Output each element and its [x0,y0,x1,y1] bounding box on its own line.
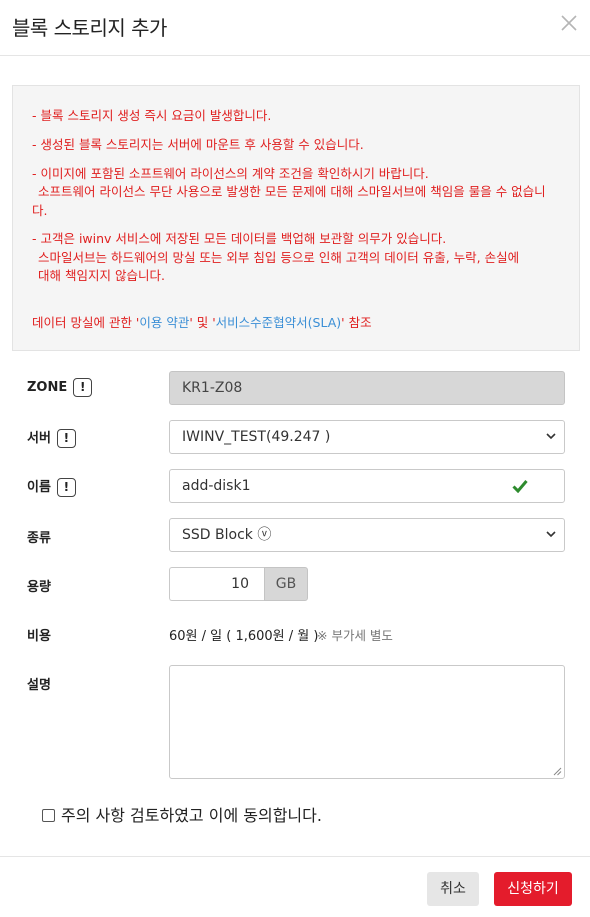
sla-link[interactable]: 서비스수준협약서(SLA) [216,315,342,330]
terms-link[interactable]: 이용 약관 [139,315,189,330]
notice-line: 대해 책임지지 않습니다. [38,268,165,283]
dialog-header: 블록 스토리지 추가 [0,0,590,56]
capacity-unit: GB [264,567,308,601]
notice-line: 스마일서브는 하드웨어의 망실 또는 외부 침입 등으로 인해 고객의 데이터 … [38,250,520,265]
agreement-label: 주의 사항 검토하였고 이에 동의합니다. [61,806,322,825]
vat-note: ※ 부가세 별도 [317,628,393,643]
check-icon [512,480,528,493]
notice-line: 소프트웨어 라이선스 무단 사용으로 발생한 모든 문제에 대해 스마일서브에 … [38,184,546,199]
description-textarea[interactable] [169,665,565,779]
notice-line: - 블록 스토리지 생성 즉시 요금이 발생합니다. [32,108,272,123]
agreement-checkbox-row[interactable]: 주의 사항 검토하였고 이에 동의합니다. [42,802,322,826]
description-label: 설명 [27,678,51,693]
notice-box: - 블록 스토리지 생성 즉시 요금이 발생합니다. - 생성된 블록 스토리지… [12,85,580,351]
type-select[interactable]: SSD Block ⓥ [169,518,565,552]
notice-line: - 이미지에 포함된 소프트웨어 라이선스의 계약 조건을 확인하시기 바랍니다… [32,166,429,181]
name-input[interactable]: add-disk1 [169,469,565,503]
cancel-button[interactable]: 취소 [427,872,479,906]
capacity-input[interactable]: 10 [169,567,265,601]
notice-line: 다. [32,203,48,218]
zone-field: KR1-Z08 [169,371,565,405]
notice-line: - 고객은 iwinv 서비스에 저장된 모든 데이터를 백업해 보관할 의무가… [32,231,447,246]
name-info-icon[interactable]: ! [56,478,76,497]
type-label: 종류 [27,531,51,546]
server-label: 서버! [27,427,76,448]
capacity-label: 용량 [27,580,51,595]
chevron-down-icon [546,433,556,440]
zone-label: ZONE! [27,378,93,397]
chevron-down-icon [546,531,556,538]
server-select[interactable]: IWINV_TEST(49.247 ) [169,420,565,454]
notice-line: - 생성된 블록 스토리지는 서버에 마운트 후 사용할 수 있습니다. [32,137,364,152]
submit-button[interactable]: 신청하기 [494,872,572,906]
cost-label: 비용 [27,629,51,644]
server-info-icon[interactable]: ! [56,429,76,448]
name-label: 이름! [27,476,76,497]
close-icon[interactable] [560,14,578,36]
zone-info-icon[interactable]: ! [73,378,93,397]
notice-reference: 데이터 망실에 관한 '이용 약관' 및 '서비스수준협약서(SLA)' 참조 [32,315,372,330]
cost-value: 60원 / 일 ( 1,600원 / 월 ) [169,629,319,644]
agreement-checkbox[interactable] [42,809,55,822]
dialog-title: 블록 스토리지 추가 [12,16,167,40]
resize-grip-icon[interactable] [553,767,562,776]
